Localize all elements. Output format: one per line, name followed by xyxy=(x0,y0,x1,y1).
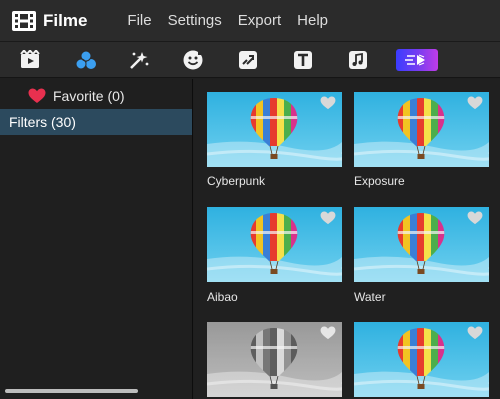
title-bar: Filme File Settings Export Help xyxy=(0,0,500,42)
app-name: Filme xyxy=(43,10,88,30)
favorite-heart-icon[interactable] xyxy=(467,211,483,225)
filter-name: Water xyxy=(354,290,386,304)
sidebar-item-label: Favorite (0) xyxy=(53,88,125,104)
menu-settings[interactable]: Settings xyxy=(168,12,222,29)
filter-name: Aibao xyxy=(207,290,238,304)
favorite-heart-icon[interactable] xyxy=(320,211,336,225)
transition-icon[interactable] xyxy=(235,48,261,72)
sidebar: Favorite (0) Filters (30) xyxy=(0,79,193,399)
text-icon[interactable] xyxy=(290,48,316,72)
heart-icon xyxy=(28,88,46,103)
filter-name: Cyberpunk xyxy=(207,174,266,188)
effects-icon[interactable] xyxy=(126,48,152,72)
filter-thumbnail[interactable] xyxy=(354,207,489,282)
favorite-heart-icon[interactable] xyxy=(320,326,336,340)
filter-thumbnail[interactable] xyxy=(207,207,342,282)
sidebar-item-filters[interactable]: Filters (30) xyxy=(0,109,192,135)
menu-file[interactable]: File xyxy=(127,12,151,29)
filter-thumbnail[interactable] xyxy=(354,322,489,397)
favorite-heart-icon[interactable] xyxy=(467,326,483,340)
favorite-heart-icon[interactable] xyxy=(467,96,483,110)
sidebar-item-label: Filters (30) xyxy=(9,114,76,130)
filters-icon[interactable] xyxy=(73,48,99,72)
music-icon[interactable] xyxy=(345,48,371,72)
filter-thumbnail[interactable] xyxy=(207,92,342,167)
premium-icon[interactable] xyxy=(396,49,438,71)
toolbar xyxy=(0,42,500,78)
menu-help[interactable]: Help xyxy=(297,12,328,29)
menu-export[interactable]: Export xyxy=(238,12,281,29)
media-icon[interactable] xyxy=(17,48,43,72)
favorite-heart-icon[interactable] xyxy=(320,96,336,110)
filter-thumbnail[interactable] xyxy=(207,322,342,397)
sidebar-scrollbar[interactable] xyxy=(5,389,138,393)
filter-grid: Cyberpunk Exposure Aibao Water xyxy=(194,79,500,399)
sticker-icon[interactable] xyxy=(180,48,206,72)
filter-name: Exposure xyxy=(354,174,405,188)
app-logo-icon xyxy=(10,10,38,32)
sidebar-item-favorite[interactable]: Favorite (0) xyxy=(0,83,192,109)
filter-thumbnail[interactable] xyxy=(354,92,489,167)
